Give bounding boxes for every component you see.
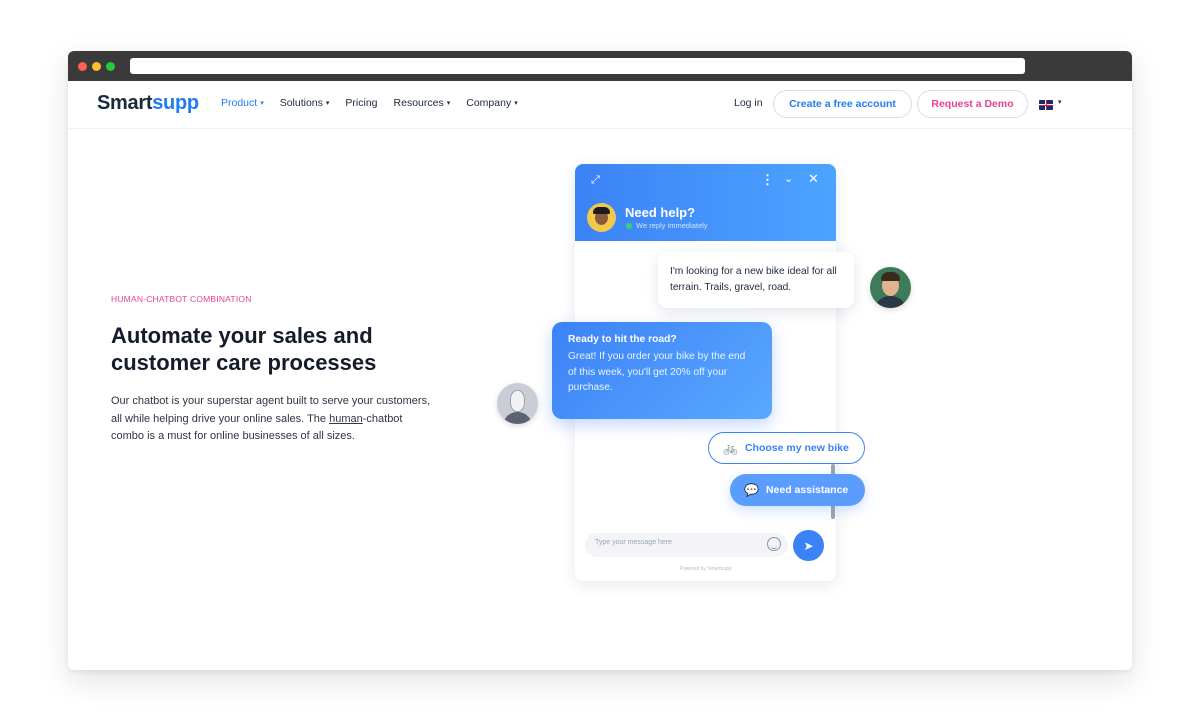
hero-headline: Automate your sales and customer care pr… — [111, 323, 377, 375]
message-input[interactable]: Type your message here — [585, 533, 788, 557]
chevron-down-icon: ▾ — [260, 100, 264, 107]
login-link[interactable]: Log in — [734, 97, 763, 109]
hero-description: Our chatbot is your superstar agent buil… — [111, 395, 431, 442]
chat-header-status: We reply immediately — [636, 221, 708, 230]
menu-label: Product — [221, 97, 258, 109]
close-window-dot[interactable] — [78, 62, 87, 71]
bot-message-text: Great! If you order your bike by the end… — [568, 351, 746, 393]
need-assistance-button[interactable]: 💬 Need assistance — [730, 474, 865, 506]
bicycle-icon: 🚲 — [723, 441, 738, 455]
close-icon[interactable]: ✕ — [808, 171, 819, 187]
send-button[interactable]: ➤ — [793, 530, 824, 561]
uk-flag-icon[interactable] — [1039, 100, 1053, 110]
request-demo-button[interactable]: Request a Demo — [917, 90, 1028, 118]
chevron-down-icon[interactable]: ▾ — [1058, 98, 1062, 106]
chat-header: ⤢ ⋮ ⌄ ✕ Need help? We reply immediately — [575, 164, 836, 241]
bot-message-bubble: Ready to hit the road? Great! If you ord… — [552, 322, 772, 419]
chevron-down-icon: ▾ — [446, 100, 451, 107]
more-options-icon[interactable]: ⋮ — [761, 172, 774, 188]
chat-header-title: Need help? — [625, 205, 696, 220]
powered-by: Powered by Smartsupp — [679, 566, 732, 572]
menu-item-resources[interactable]: Resources ▾ — [394, 97, 451, 109]
browser-chrome — [68, 51, 1132, 81]
bot-message-title: Ready to hit the road? — [568, 334, 677, 345]
menu-label: Pricing — [345, 97, 378, 109]
need-assistance-label: Need assistance — [765, 484, 849, 496]
chevron-down-icon: ▾ — [325, 100, 330, 107]
online-status-icon — [626, 223, 632, 229]
chevron-down-icon: ▾ — [514, 100, 518, 107]
minimize-window-dot[interactable] — [92, 62, 101, 71]
bot-avatar — [497, 383, 538, 424]
main-menu: Product ▾ Solutions ▾ Pricing Resources … — [221, 97, 518, 109]
top-navigation: Smartsupp Product ▾ Solutions ▾ Pricing … — [68, 81, 1132, 129]
menu-item-solutions[interactable]: Solutions ▾ — [280, 97, 330, 109]
menu-item-product[interactable]: Product ▾ — [221, 97, 264, 109]
user-message-bubble: I'm looking for a new bike ideal for all… — [658, 252, 854, 308]
smartsupp-logo[interactable]: Smartsupp — [97, 92, 199, 115]
menu-label: Solutions — [279, 97, 323, 109]
expand-icon[interactable]: ⤢ — [591, 174, 600, 187]
agent-avatar — [587, 203, 616, 232]
maximize-window-dot[interactable] — [106, 62, 115, 71]
send-icon: ➤ — [803, 538, 814, 553]
message-placeholder: Type your message here — [595, 539, 673, 546]
menu-label: Resources — [393, 97, 444, 109]
logo-text-smart: Smart — [97, 92, 153, 114]
section-eyebrow: HUMAN-CHATBOT COMBINATION — [111, 294, 252, 304]
menu-item-company[interactable]: Company ▾ — [466, 97, 517, 109]
chat-bubble-icon: 💬 — [744, 483, 759, 497]
choose-bike-label: Choose my new bike — [744, 442, 849, 454]
menu-item-pricing[interactable]: Pricing — [345, 97, 377, 109]
menu-label: Company — [466, 97, 512, 109]
create-free-account-button[interactable]: Create a free account — [773, 90, 912, 118]
emoji-icon[interactable] — [767, 537, 781, 551]
chevron-down-icon[interactable]: ⌄ — [784, 172, 793, 185]
choose-bike-button[interactable]: 🚲 Choose my new bike — [708, 432, 865, 464]
human-link[interactable]: human — [329, 413, 363, 425]
address-bar[interactable] — [130, 58, 1025, 74]
customer-avatar — [870, 267, 911, 308]
logo-text-supp: supp — [152, 92, 199, 114]
